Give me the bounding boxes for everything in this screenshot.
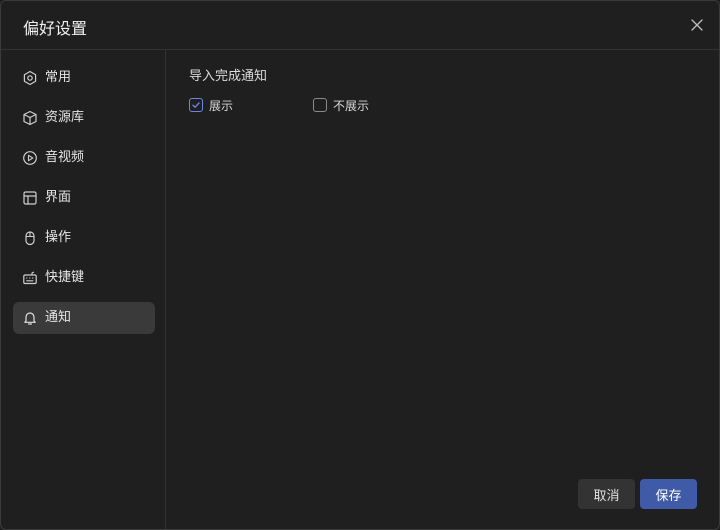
hide-checkbox[interactable]	[313, 98, 327, 112]
sidebar-item-interface[interactable]: 界面	[13, 182, 155, 214]
dialog-title: 偏好设置	[23, 19, 88, 38]
sidebar-item-library[interactable]: 资源库	[13, 102, 155, 134]
play-icon	[22, 150, 38, 166]
general-icon	[22, 70, 38, 86]
cancel-button[interactable]: 取消	[578, 479, 635, 509]
sidebar-item-label: 快捷键	[45, 270, 85, 285]
sidebar-item-label: 资源库	[45, 110, 85, 125]
close-icon[interactable]	[689, 17, 705, 33]
show-checkbox[interactable]	[189, 98, 203, 112]
save-button[interactable]: 保存	[640, 479, 697, 509]
sidebar-item-label: 界面	[45, 190, 72, 205]
option-hide[interactable]: 不展示	[313, 97, 369, 113]
bell-icon	[22, 310, 38, 326]
sidebar-item-label: 音视频	[45, 150, 85, 165]
sidebar-item-label: 常用	[45, 70, 72, 85]
dialog-titlebar: 偏好设置	[1, 1, 719, 50]
settings-content: 导入完成通知 展示 不展示 取消 保存	[167, 50, 719, 529]
sidebar-item-label: 操作	[45, 230, 72, 245]
mouse-icon	[22, 230, 38, 246]
option-label: 不展示	[333, 98, 370, 113]
sidebar-item-label: 通知	[45, 310, 72, 325]
layout-icon	[22, 190, 38, 206]
sidebar-item-shortcuts[interactable]: 快捷键	[13, 262, 155, 294]
cube-icon	[22, 110, 38, 126]
keyboard-icon	[22, 270, 38, 286]
sidebar: 常用 资源库 音视频 界面 操作 快捷键 通知	[1, 50, 166, 529]
sidebar-item-media[interactable]: 音视频	[13, 142, 155, 174]
preferences-dialog: 偏好设置 常用 资源库 音视频 界面 操作 快捷键 通知 导入完成通知 展示 不…	[0, 0, 720, 530]
sidebar-item-operation[interactable]: 操作	[13, 222, 155, 254]
sidebar-item-general[interactable]: 常用	[13, 62, 155, 94]
option-show[interactable]: 展示	[189, 97, 233, 113]
sidebar-item-notifications[interactable]: 通知	[13, 302, 155, 334]
section-title: 导入完成通知	[189, 69, 268, 84]
option-label: 展示	[209, 98, 234, 113]
